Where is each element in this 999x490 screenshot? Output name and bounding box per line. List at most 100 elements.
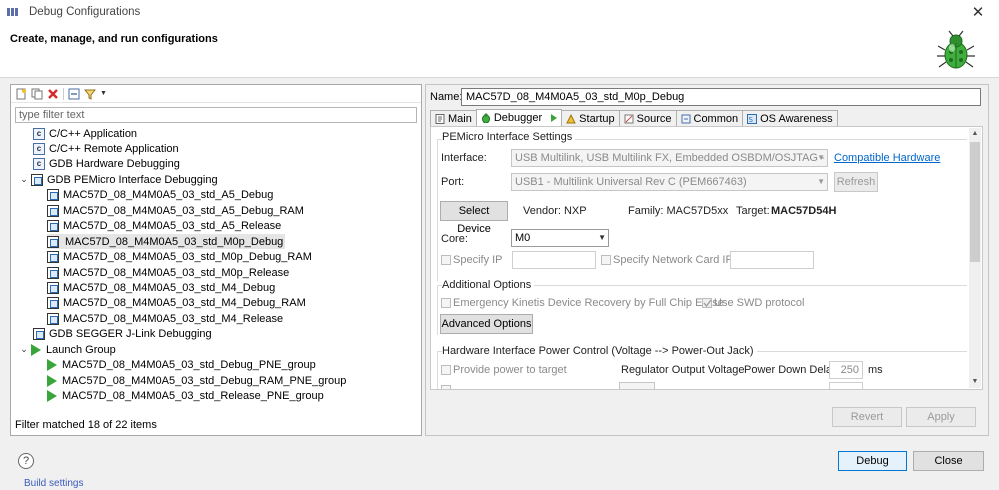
close-button[interactable]: Close — [913, 451, 984, 471]
window-title: Debug Configurations — [29, 6, 141, 18]
tab-source[interactable]: Source — [618, 110, 677, 126]
tree-item[interactable]: MAC57D_08_M4M0A5_03_std_M4_Release — [47, 311, 283, 326]
configuration-list-pane: ▼ type filter text c C/C++ Application c C/… — [10, 84, 422, 436]
tree-item-label: MAC57D_08_M4M0A5_03_std_A5_Debug — [63, 189, 274, 202]
help-icon[interactable]: ? — [18, 453, 34, 469]
tree-item[interactable]: MAC57D_08_M4M0A5_03_std_M4_Debug — [47, 281, 275, 296]
emergency-recovery-checkbox[interactable] — [441, 298, 451, 308]
apply-button[interactable]: Apply — [906, 407, 976, 427]
main-tab-icon — [435, 113, 445, 124]
tree-item-label: MAC57D_08_M4M0A5_03_std_A5_Debug_RAM — [63, 204, 304, 217]
tree-item[interactable]: ⌄ Launch Group — [19, 342, 116, 357]
specify-ip-checkbox[interactable] — [441, 255, 451, 265]
core-select[interactable]: M0 ▼ — [511, 229, 609, 247]
tree-item[interactable]: c GDB Hardware Debugging — [33, 157, 180, 172]
tree-item[interactable]: MAC57D_08_M4M0A5_03_std_M4_Debug_RAM — [47, 296, 306, 311]
tree-item[interactable]: MAC57D_08_M4M0A5_03_std_A5_Debug — [47, 188, 273, 203]
debug-config-icon — [47, 251, 59, 264]
family-label: Family: MAC57D5xx — [628, 205, 729, 217]
tab-debugger[interactable]: Debugger — [475, 109, 563, 126]
provide-power-checkbox[interactable] — [441, 365, 451, 375]
select-device-button[interactable]: Select Device — [440, 201, 508, 235]
debug-config-icon — [47, 220, 59, 233]
core-value: M0 — [515, 232, 531, 244]
tree-item[interactable]: MAC57D_08_M4M0A5_03_std_M0p_Debug_RAM — [47, 250, 312, 265]
debugger-tab-arrow-icon — [551, 114, 558, 122]
filter-dropdown-icon[interactable]: ▼ — [100, 90, 107, 97]
tab-os-awareness[interactable]: S OS Awareness — [742, 110, 838, 126]
name-label: Name: — [430, 91, 463, 103]
expand-arrow-icon[interactable]: ⌄ — [19, 344, 29, 355]
tree-item[interactable]: MAC57D_08_M4M0A5_03_std_A5_Release — [47, 219, 281, 234]
power-up-delay-input[interactable] — [829, 382, 863, 389]
tree-item[interactable]: c C/C++ Application — [33, 126, 137, 141]
specify-network-checkbox[interactable] — [601, 255, 611, 265]
tree-item[interactable]: MAC57D_08_M4M0A5_03_std_Debug_RAM_PNE_gr… — [47, 373, 346, 388]
os-awareness-tab-icon: S — [747, 113, 758, 124]
new-config-icon[interactable] — [15, 88, 27, 100]
use-swd-checkbox[interactable] — [702, 298, 712, 308]
duplicate-config-icon[interactable] — [31, 88, 43, 100]
target-label: Target: — [736, 205, 770, 217]
filter-config-icon[interactable] — [83, 88, 97, 100]
pemicro-group-label: PEMicro Interface Settings — [442, 131, 576, 143]
compatible-hardware-link[interactable]: Compatible Hardware — [834, 152, 940, 164]
tab-startup[interactable]: Startup — [561, 110, 620, 126]
core-dropdown-icon: ▼ — [598, 233, 606, 242]
tree-item-label: MAC57D_08_M4M0A5_03_std_M0p_Release — [63, 266, 290, 279]
advanced-options-button[interactable]: Advanced Options — [440, 314, 533, 334]
tree-item-label: GDB SEGGER J-Link Debugging — [49, 328, 212, 341]
filter-input[interactable]: type filter text — [15, 107, 417, 123]
interface-value: USB Multilink, USB Multilink FX, Embedde… — [515, 152, 828, 164]
c-app-icon: c — [33, 127, 45, 140]
panel-scrollbar[interactable]: ▲ ▼ — [969, 128, 981, 388]
port-select[interactable]: USB1 - Multilink Universal Rev C (PEM667… — [511, 173, 828, 191]
scroll-thumb[interactable] — [970, 142, 980, 262]
collapse-all-icon[interactable] — [68, 88, 80, 100]
debug-config-icon — [47, 312, 59, 325]
tree-item-label: MAC57D_08_M4M0A5_03_std_M0p_Debug — [65, 235, 284, 248]
scroll-up-icon[interactable]: ▲ — [969, 128, 981, 140]
expand-arrow-icon[interactable]: ⌄ — [19, 174, 29, 185]
tab-common[interactable]: Common — [675, 110, 744, 126]
tree-item[interactable]: GDB SEGGER J-Link Debugging — [33, 327, 212, 342]
tree-item[interactable]: MAC57D_08_M4M0A5_03_std_Debug_PNE_group — [47, 358, 316, 373]
tree-item[interactable]: MAC57D_08_M4M0A5_03_std_Release_PNE_grou… — [47, 389, 324, 404]
revert-button[interactable]: Revert — [832, 407, 902, 427]
core-label: Core: — [441, 233, 468, 245]
delete-config-icon[interactable] — [47, 88, 59, 100]
tree-item-label: MAC57D_08_M4M0A5_03_std_M4_Release — [63, 312, 284, 325]
name-input[interactable]: MAC57D_08_M4M0A5_03_std_M0p_Debug — [461, 88, 981, 106]
ip-input[interactable] — [512, 251, 596, 269]
network-card-ip-input[interactable] — [730, 251, 814, 269]
target-value: MAC57D54H — [771, 205, 837, 217]
debug-button[interactable]: Debug — [838, 451, 907, 471]
tree-item[interactable]: MAC57D_08_M4M0A5_03_std_A5_Debug_RAM — [47, 203, 304, 218]
tab-main[interactable]: Main — [430, 110, 477, 126]
interface-select[interactable]: USB Multilink, USB Multilink FX, Embedde… — [511, 149, 828, 167]
interface-dropdown-icon: ▼ — [817, 153, 825, 162]
tree-item[interactable]: MAC57D_08_M4M0A5_03_std_M0p_Debug — [47, 234, 286, 250]
config-tabs: Main Debugger Startup Source Common S OS… — [430, 109, 838, 126]
close-window-icon[interactable]: ✕ — [969, 3, 987, 21]
tree-item[interactable]: ⌄ GDB PEMicro Interface Debugging — [19, 172, 218, 187]
dialog-header: Create, manage, and run configurations — [0, 24, 999, 78]
tree-item-label: MAC57D_08_M4M0A5_03_std_M4_Debug — [63, 282, 276, 294]
voltage-select[interactable] — [619, 382, 655, 389]
launch-group-icon — [31, 343, 41, 356]
power-down-delay-label: Power Down Delay — [744, 364, 838, 376]
tree-item-label: Launch Group — [46, 343, 116, 356]
power-off-checkbox[interactable] — [441, 385, 451, 389]
power-down-delay-input[interactable]: 250 — [829, 361, 863, 379]
tree-item-label: MAC57D_08_M4M0A5_03_std_Debug_RAM_PNE_gr… — [62, 374, 347, 387]
debug-config-icon — [47, 235, 59, 248]
c-app-icon: c — [33, 158, 45, 171]
port-dropdown-icon: ▼ — [817, 177, 825, 186]
scroll-down-icon[interactable]: ▼ — [969, 376, 981, 388]
tree-item[interactable]: MAC57D_08_M4M0A5_03_std_M0p_Release — [47, 265, 289, 280]
power-control-label: Hardware Interface Power Control (Voltag… — [442, 345, 757, 357]
refresh-button[interactable]: Refresh — [834, 172, 878, 192]
configuration-editor-pane: Name: MAC57D_08_M4M0A5_03_std_M0p_Debug … — [425, 84, 989, 436]
tree-item[interactable]: c C/C++ Remote Application — [33, 141, 179, 156]
tree-item-label: MAC57D_08_M4M0A5_03_std_M0p_Debug_RAM — [63, 251, 312, 264]
